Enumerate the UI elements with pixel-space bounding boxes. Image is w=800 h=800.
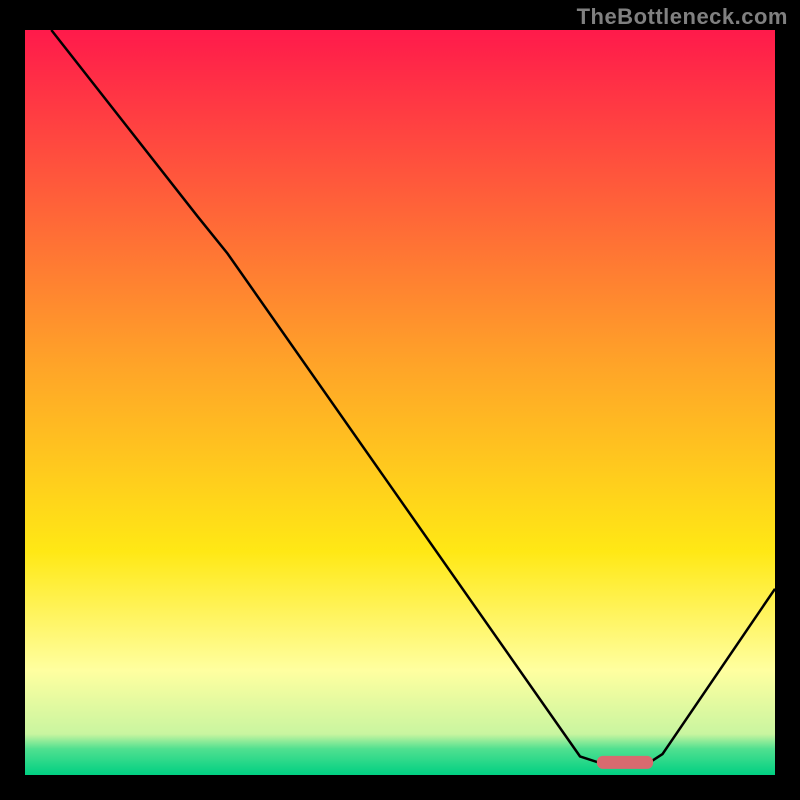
min-marker bbox=[597, 756, 653, 769]
chart-svg bbox=[0, 0, 800, 800]
chart-frame: TheBottleneck.com bbox=[0, 0, 800, 800]
watermark-text: TheBottleneck.com bbox=[577, 4, 788, 30]
